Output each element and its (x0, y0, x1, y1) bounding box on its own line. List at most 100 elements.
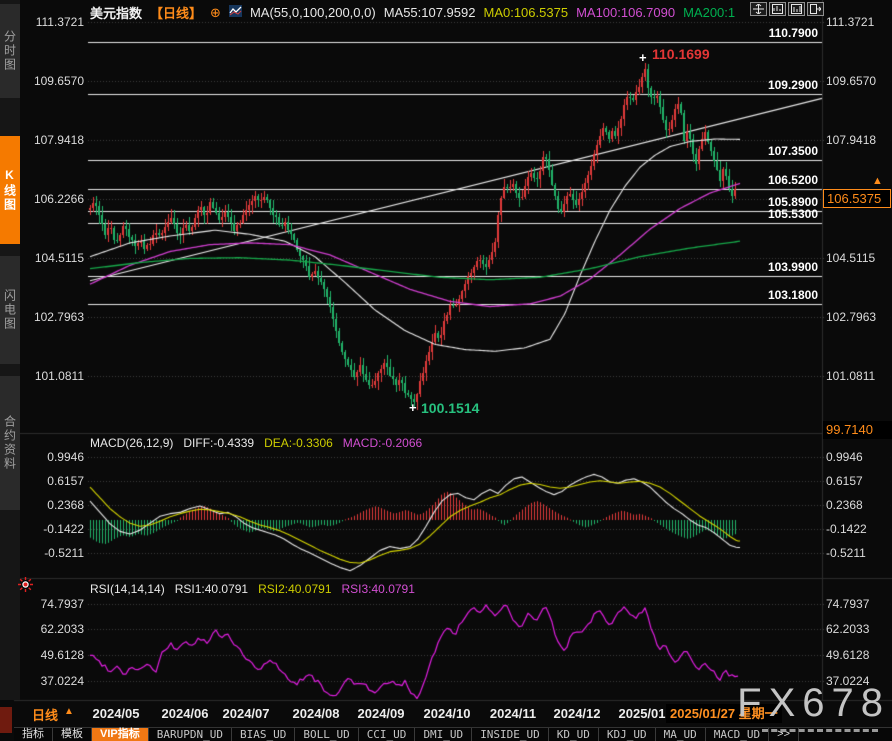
sidebar-tab-2[interactable]: 闪电图 (0, 256, 20, 364)
y-axis-tick-right: 111.3721 (826, 15, 890, 29)
y-axis-tick-right: 102.7963 (826, 310, 890, 324)
y-axis-tick-left: -0.5211 (22, 546, 84, 560)
x-axis-month-label: 2024/10 (424, 706, 471, 721)
corner-icon (0, 707, 12, 733)
y-axis-tick-right: 104.5115 (826, 251, 890, 265)
y-axis-tick-left: 49.6128 (22, 648, 84, 662)
period-dropdown-icon[interactable]: ▲ (64, 706, 74, 717)
toolbar-item-MA_UD[interactable]: MA_UD (656, 728, 706, 741)
alert-starburst-icon[interactable] (18, 577, 33, 597)
y-axis-tick-right: 101.0811 (826, 369, 890, 383)
toolbar-item-BIAS_UD[interactable]: BIAS_UD (232, 728, 295, 741)
ma0-value: MA0:106.5375 (483, 5, 568, 20)
add-overlay-icon[interactable]: ⊕ (210, 5, 221, 21)
x-axis-month-label: 2024/09 (358, 706, 405, 721)
y-axis-tick-right: -0.5211 (826, 546, 890, 560)
macd-header: MACD(26,12,9) DIFF:-0.4339 DEA:-0.3306 M… (90, 436, 422, 450)
y-axis-tick-left: 0.9946 (22, 450, 84, 464)
y-axis-tick-right: 109.6570 (826, 74, 890, 88)
toolbar-item-MACD_UD[interactable]: MACD_UD (706, 728, 769, 741)
toolbar-item-VIP指标[interactable]: VIP指标 (92, 728, 149, 741)
window-tool-icons (750, 2, 824, 16)
rsi3-value: RSI3:40.0791 (342, 582, 415, 596)
toolbar-item-BARUPDN_UD[interactable]: BARUPDN_UD (149, 728, 232, 741)
macd-macd-value: MACD:-0.2066 (343, 436, 422, 450)
y-axis-tick-right: 0.6157 (826, 474, 890, 488)
y-axis-tick-left: 37.0224 (22, 674, 84, 688)
x-axis-month-label: 2024/11 (490, 706, 536, 721)
macd-name: MACD(26,12,9) (90, 436, 173, 450)
y-axis-tick-left: 74.7937 (22, 597, 84, 611)
bottom-toolbar: 指标模板VIP指标BARUPDN_UDBIAS_UDBOLL_UDCCI_UDD… (14, 727, 892, 741)
y-axis-tick-left: 107.9418 (22, 133, 84, 147)
y-axis-tick-right: 62.2033 (826, 622, 890, 636)
y-axis-tick-left: 0.6157 (22, 474, 84, 488)
toolbar-item-BOLL_UD[interactable]: BOLL_UD (295, 728, 358, 741)
period-selector[interactable]: 日线 (32, 705, 58, 724)
toolbar-item-指标[interactable]: 指标 (14, 728, 53, 741)
toolbar-item-KD_UD[interactable]: KD_UD (549, 728, 599, 741)
x-axis-month-label: 2024/08 (293, 706, 340, 721)
y-axis-tick-left: 104.5115 (22, 251, 84, 265)
ma55-value: MA55:107.9592 (384, 5, 476, 20)
toolbar-item-CCI_UD[interactable]: CCI_UD (359, 728, 416, 741)
watermark-dashes (762, 729, 878, 732)
pan-tool-icon[interactable] (750, 2, 767, 16)
macd-dea-value: DEA:-0.3306 (264, 436, 333, 450)
y-axis-tick-right: -0.1422 (826, 522, 890, 536)
add-indicator-panel-icon[interactable] (769, 2, 786, 16)
y-axis-tick-left: 0.2368 (22, 498, 84, 512)
y-axis-tick-right: 0.2368 (826, 498, 890, 512)
fx678-watermark: FX678 (737, 682, 890, 724)
sidebar-tab-1[interactable]: K线图 (0, 136, 20, 244)
add-indicator-panel2-icon[interactable] (788, 2, 805, 16)
x-axis-month-label: 2025/01 (619, 706, 666, 721)
y-axis-tick-left: 111.3721 (22, 15, 84, 29)
y-axis-tick-right: 0.9946 (826, 450, 890, 464)
level-line-label: 109.2900 (690, 78, 818, 92)
y-axis-tick-left: -0.1422 (22, 522, 84, 536)
sidebar: 分时图 K线图闪电图合约资料 (0, 0, 20, 700)
x-axis-month-label: 2024/12 (554, 706, 601, 721)
sidebar-tab-3[interactable]: 合约资料 (0, 376, 20, 510)
y-axis-tick-left: 102.7963 (22, 310, 84, 324)
level-line-label: 103.9900 (690, 260, 818, 274)
ma100-value: MA100:106.7090 (576, 5, 675, 20)
level-line-label: 106.5200 (690, 173, 818, 187)
y-axis-tick-left: 109.6570 (22, 74, 84, 88)
rsi-header: RSI(14,14,14) RSI1:40.0791 RSI2:40.0791 … (90, 582, 415, 596)
detach-window-icon[interactable] (807, 2, 824, 16)
high-price-annotation: 110.1699 (652, 46, 710, 62)
y-axis-tick-right: 107.9418 (826, 133, 890, 147)
price-up-arrow-icon: ▲ (872, 175, 883, 187)
chart-app: 111.3721 111.3721 109.6570 109.6570 107.9418… (0, 0, 892, 741)
toolbar-item-KDJ_UD[interactable]: KDJ_UD (599, 728, 656, 741)
symbol-title: 美元指数 (90, 3, 142, 22)
level-line-label: 103.1800 (690, 288, 818, 302)
rsi1-value: RSI1:40.0791 (175, 582, 248, 596)
chart-style-icon[interactable] (229, 5, 242, 20)
chart-header: 美元指数 【日线】 ⊕ MA(55,0,100,200,0,0) MA55:10… (90, 3, 735, 22)
toolbar-item-DMI_UD[interactable]: DMI_UD (415, 728, 472, 741)
y-axis-tick-right: 49.6128 (826, 648, 890, 662)
level-line-label: 110.7900 (690, 26, 818, 40)
ma200-value: MA200:1 (683, 5, 735, 20)
x-axis-month-label: 2024/06 (162, 706, 209, 721)
level-line-label: 107.3500 (690, 144, 818, 158)
toolbar-item-模板[interactable]: 模板 (53, 728, 92, 741)
x-axis-month-label: 2024/07 (223, 706, 270, 721)
macd-diff-value: DIFF:-0.4339 (183, 436, 254, 450)
y-axis-tick-left: 62.2033 (22, 622, 84, 636)
level-line-label: 105.5300 (690, 207, 818, 221)
high-cross-marker: + (639, 50, 647, 65)
y-axis-tick-left: 106.2266 (22, 192, 84, 206)
low-cross-marker: + (409, 400, 417, 415)
period-tag: 【日线】 (150, 3, 202, 22)
y-axis-tick-right: 74.7937 (826, 597, 890, 611)
rsi-name: RSI(14,14,14) (90, 582, 165, 596)
sidebar-tab-0[interactable]: 分时图 (0, 4, 20, 98)
rsi2-value: RSI2:40.0791 (258, 582, 331, 596)
toolbar-item-INSIDE_UD[interactable]: INSIDE_UD (472, 728, 549, 741)
labels-overlay: 111.3721 111.3721 109.6570 109.6570 107.9418… (0, 0, 892, 741)
y-axis-tick-left: 101.0811 (22, 369, 84, 383)
